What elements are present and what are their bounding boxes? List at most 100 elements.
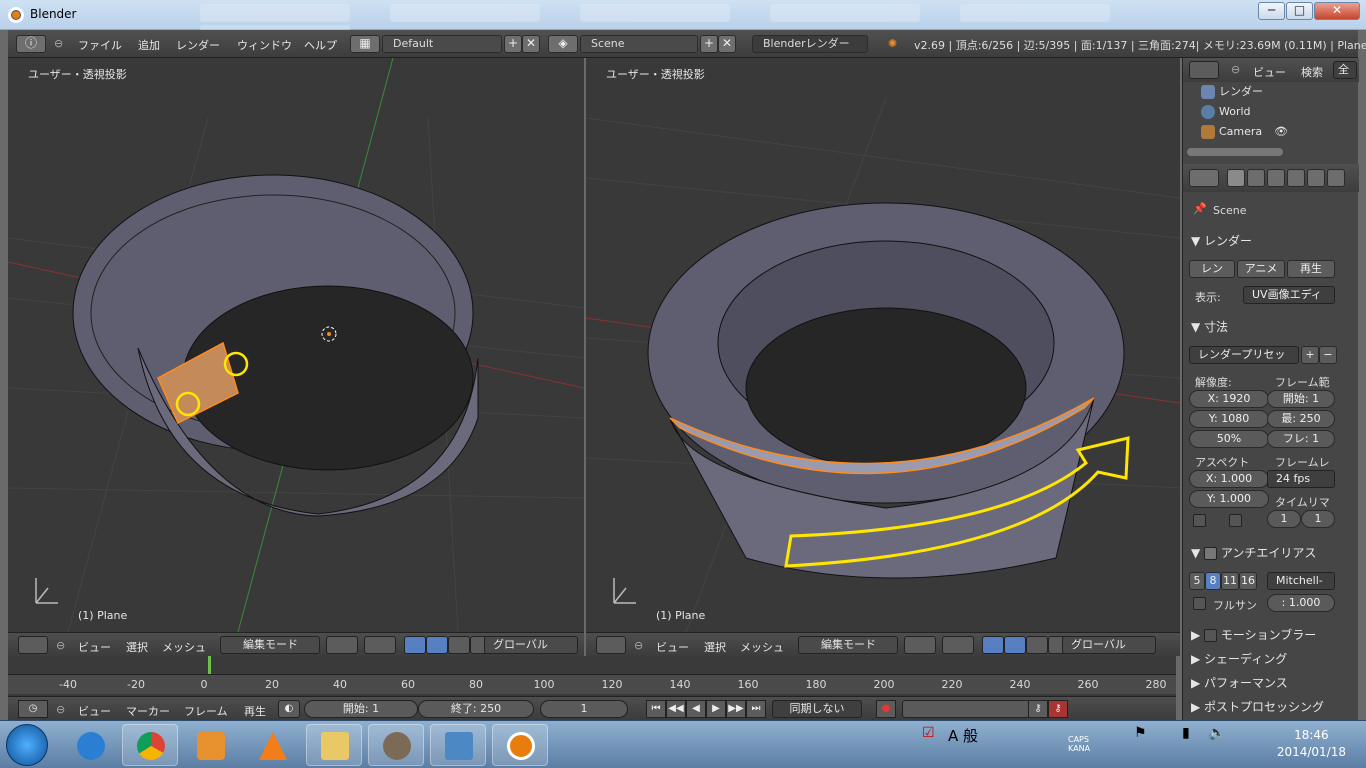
timeline-menu-playback[interactable]: 再生 xyxy=(244,703,266,719)
menu-view-r[interactable]: ビュー xyxy=(656,639,689,655)
timeline-menu-frame[interactable]: フレーム xyxy=(184,703,228,719)
jump-keyframe-forward-icon[interactable]: ▶▶ xyxy=(726,700,746,718)
resolution-percent-field[interactable]: 50% xyxy=(1189,430,1269,448)
outliner[interactable]: ⊖ ビュー 検索 全て レンダー World Camera👁 xyxy=(1182,58,1359,164)
ime-mode[interactable]: A 般 xyxy=(948,725,978,746)
outliner-item-world[interactable]: World xyxy=(1201,102,1351,122)
resolution-x-field[interactable]: X: 1920 xyxy=(1189,390,1269,408)
sync-mode-select[interactable]: 同期しない xyxy=(772,700,862,718)
collapse-menu-icon-r[interactable]: ⊖ xyxy=(634,639,643,652)
aa-sample-5[interactable]: 5 xyxy=(1189,572,1205,590)
screen-layout-field[interactable]: Default xyxy=(382,35,502,53)
tab-layers-icon[interactable] xyxy=(1247,169,1265,187)
viewport-left[interactable]: ユーザー・透視投影 (1) Plane xyxy=(8,58,584,632)
visibility-eye-icon[interactable]: 👁 xyxy=(1274,125,1288,138)
manipulator-move[interactable] xyxy=(426,636,448,654)
menu-help[interactable]: ヘルプ xyxy=(304,37,337,53)
timeline[interactable]: -40 -20 0 20 40 60 80 100 120 140 160 180 200 220 240 2… xyxy=(8,656,1176,696)
orientation-select[interactable]: グローバル xyxy=(484,636,578,654)
jump-keyframe-back-icon[interactable]: ◀◀ xyxy=(666,700,686,718)
outliner-item-camera[interactable]: Camera 👁 xyxy=(1201,122,1351,142)
aa-sample-16[interactable]: 16 xyxy=(1239,572,1257,590)
taskbar-explorer[interactable] xyxy=(306,724,362,766)
viewport-right[interactable]: ユーザー・透視投影 (1) Plane xyxy=(586,58,1180,632)
frame-end-prop[interactable]: 最: 250 xyxy=(1267,410,1335,428)
render-engine-select[interactable]: Blenderレンダー xyxy=(752,35,868,53)
menu-select[interactable]: 選択 xyxy=(126,639,148,655)
outliner-collapse-icon[interactable]: ⊖ xyxy=(1231,63,1240,76)
outliner-editor-icon[interactable] xyxy=(1189,61,1219,79)
taskbar-photos[interactable] xyxy=(430,724,486,766)
filter-size-field[interactable]: : 1.000 xyxy=(1267,594,1335,612)
scene-field[interactable]: Scene xyxy=(580,35,698,53)
timeline-collapse-icon[interactable]: ⊖ xyxy=(56,703,65,716)
taskbar-blender[interactable] xyxy=(492,724,548,766)
dimensions-panel-header[interactable]: ▼ 寸法 xyxy=(1191,318,1228,335)
motion-blur-checkbox[interactable] xyxy=(1204,629,1218,642)
properties-editor[interactable]: 📌 Scene ▼ レンダー レン アニメ 再生 表示: UV画像エディ ▼ 寸… xyxy=(1182,164,1359,720)
tab-render-icon[interactable] xyxy=(1227,169,1245,187)
render-image-button[interactable]: レン xyxy=(1189,260,1235,278)
manipulator-move-r[interactable] xyxy=(1004,636,1026,654)
shading-select[interactable] xyxy=(326,636,358,654)
mode-select-r[interactable]: 編集モード xyxy=(798,636,898,654)
border-checkbox[interactable] xyxy=(1193,514,1206,527)
tab-scene-icon[interactable] xyxy=(1267,169,1285,187)
remove-preset-icon[interactable]: − xyxy=(1319,346,1337,364)
timeline-menu-marker[interactable]: マーカー xyxy=(126,703,170,719)
full-sample-checkbox[interactable] xyxy=(1193,597,1206,610)
preview-range-icon[interactable]: ◐ xyxy=(278,700,300,718)
jump-end-icon[interactable]: ⏭ xyxy=(746,700,766,718)
tab-world-icon[interactable] xyxy=(1287,169,1305,187)
editor-type-icon-r[interactable] xyxy=(596,636,626,654)
resolution-y-field[interactable]: Y: 1080 xyxy=(1189,410,1269,428)
play-animation-button[interactable]: 再生 xyxy=(1287,260,1335,278)
remap-new-field[interactable]: 1 xyxy=(1301,510,1335,528)
tab-object-icon[interactable] xyxy=(1307,169,1325,187)
aa-sample-11[interactable]: 11 xyxy=(1221,572,1239,590)
volume-icon[interactable]: 🔈 xyxy=(1208,725,1225,741)
antialiasing-panel-header[interactable]: ▼ アンチエイリアス xyxy=(1191,544,1316,561)
render-animation-button[interactable]: アニメ xyxy=(1237,260,1285,278)
post-processing-panel-header[interactable]: ▶ ポストプロセッシング xyxy=(1191,698,1324,715)
pivot-select-r[interactable] xyxy=(942,636,974,654)
frame-start-field[interactable]: 開始: 1 xyxy=(304,700,418,718)
tray-app-icon[interactable]: ☑ xyxy=(922,725,935,741)
jump-start-icon[interactable]: ⏮ xyxy=(646,700,666,718)
remap-old-field[interactable]: 1 xyxy=(1267,510,1301,528)
frame-end-field[interactable]: 終了: 250 xyxy=(418,700,534,718)
display-select[interactable]: UV画像エディ xyxy=(1243,286,1335,304)
close-button[interactable]: ✕ xyxy=(1314,2,1360,20)
system-clock[interactable]: 18:46 2014/01/18 xyxy=(1277,727,1346,761)
mode-select[interactable]: 編集モード xyxy=(220,636,320,654)
add-scene-icon[interactable]: + xyxy=(700,35,718,53)
motion-blur-panel-header[interactable]: ▶ モーションブラー xyxy=(1191,626,1316,643)
flag-icon[interactable]: ⚑ xyxy=(1134,725,1147,741)
editor-type-icon[interactable] xyxy=(18,636,48,654)
manipulator-translate[interactable] xyxy=(404,636,426,654)
fps-select[interactable]: 24 fps xyxy=(1267,470,1335,488)
orientation-select-r[interactable]: グローバル xyxy=(1062,636,1156,654)
scene-icon[interactable]: ◈ xyxy=(548,35,578,53)
maximize-button[interactable]: □ xyxy=(1286,2,1313,20)
taskbar-ie[interactable] xyxy=(62,724,118,766)
keying-delete-icon[interactable]: ⚷ xyxy=(1048,700,1068,718)
timeline-ruler[interactable]: -40 -20 0 20 40 60 80 100 120 140 160 180 200 220 240 2… xyxy=(8,674,1176,694)
render-panel-header[interactable]: ▼ レンダー xyxy=(1191,232,1252,249)
screen-layout-icon[interactable]: ▦ xyxy=(350,35,380,53)
remove-layout-icon[interactable]: ✕ xyxy=(522,35,540,53)
shading-select-r[interactable] xyxy=(904,636,936,654)
menu-select-r[interactable]: 選択 xyxy=(704,639,726,655)
menu-mesh-r[interactable]: メッシュ xyxy=(740,639,784,655)
outliner-scrollbar[interactable] xyxy=(1187,148,1283,156)
menu-render[interactable]: レンダー xyxy=(176,37,220,53)
start-button[interactable] xyxy=(6,724,48,766)
aspect-x-field[interactable]: X: 1.000 xyxy=(1189,470,1269,488)
add-preset-icon[interactable]: + xyxy=(1301,346,1319,364)
crop-checkbox[interactable] xyxy=(1229,514,1242,527)
taskbar-gimp[interactable] xyxy=(368,724,424,766)
add-layout-icon[interactable]: + xyxy=(504,35,522,53)
manipulator-translate-r[interactable] xyxy=(982,636,1004,654)
taskbar-chrome[interactable] xyxy=(122,724,178,766)
menu-add[interactable]: 追加 xyxy=(138,37,160,53)
